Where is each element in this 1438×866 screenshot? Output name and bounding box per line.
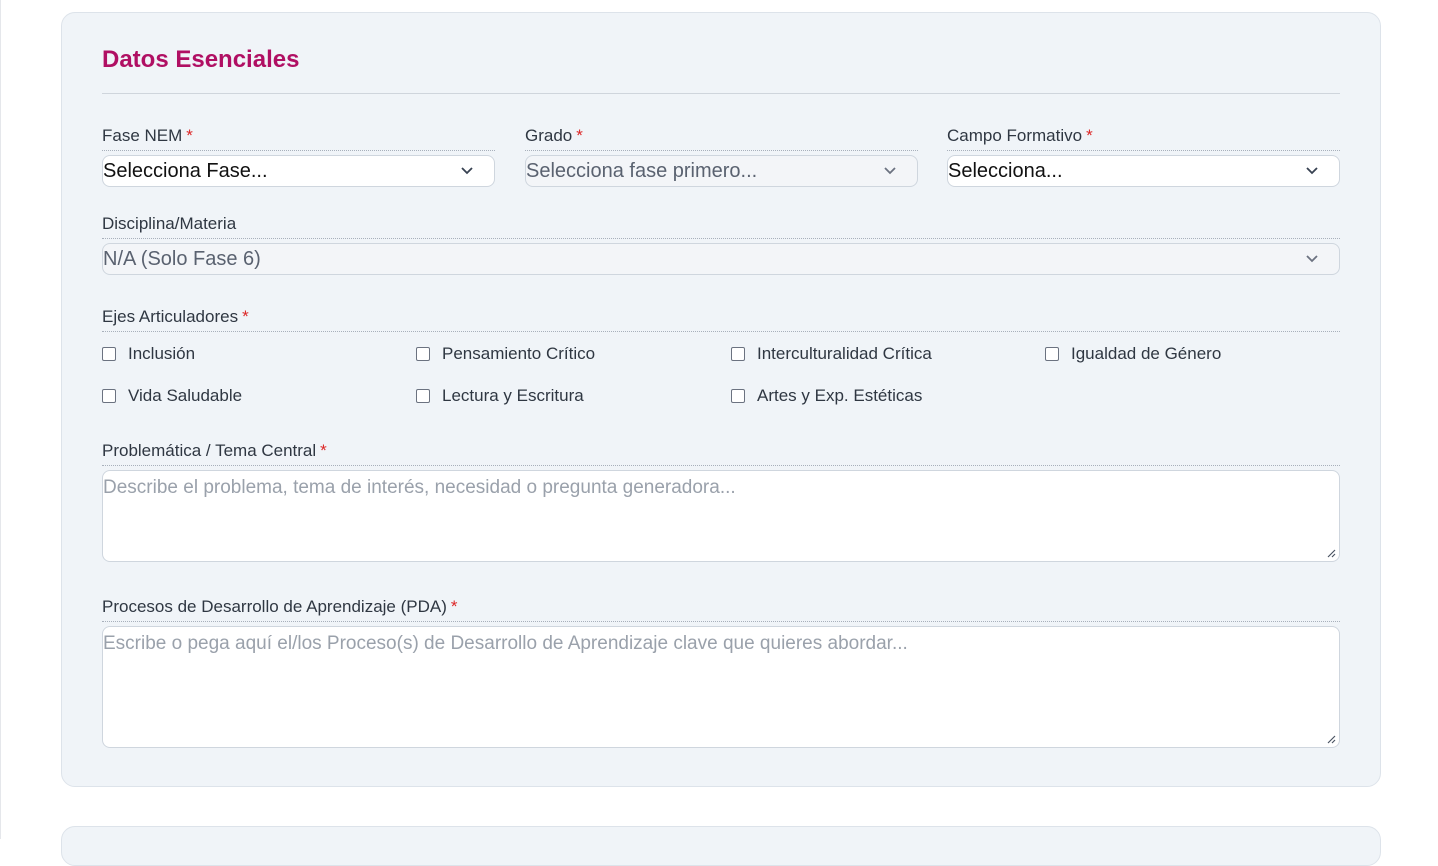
checkbox[interactable] bbox=[731, 389, 745, 403]
required-mark: * bbox=[1086, 126, 1093, 145]
chevron-down-icon bbox=[884, 167, 896, 175]
chevron-down-icon bbox=[461, 167, 473, 175]
eje-checkbox-interculturalidad[interactable]: Interculturalidad Crítica bbox=[731, 342, 932, 366]
required-mark: * bbox=[186, 126, 193, 145]
eje-checkbox-igualdad-genero[interactable]: Igualdad de Género bbox=[1045, 342, 1221, 366]
checkbox[interactable] bbox=[731, 347, 745, 361]
campo-label: Campo Formativo * bbox=[947, 126, 1340, 151]
fase-label-text: Fase NEM bbox=[102, 126, 183, 145]
grado-label-text: Grado bbox=[525, 126, 573, 145]
eje-checkbox-artes[interactable]: Artes y Exp. Estéticas bbox=[731, 384, 922, 408]
datos-esenciales-card: Datos Esenciales Fase NEM * Selecciona Fa… bbox=[61, 12, 1381, 787]
eje-label: Igualdad de Género bbox=[1071, 344, 1222, 363]
grado-select[interactable]: Selecciona fase primero... bbox=[525, 155, 918, 187]
problematica-placeholder: Describe el problema, tema de interés, n… bbox=[103, 477, 736, 498]
eje-label: Artes y Exp. Estéticas bbox=[757, 386, 923, 405]
eje-checkbox-lectura-escritura[interactable]: Lectura y Escritura bbox=[416, 384, 584, 408]
ejes-label: Ejes Articuladores * bbox=[102, 307, 1340, 332]
grado-label: Grado * bbox=[525, 126, 918, 151]
eje-label: Vida Saludable bbox=[128, 386, 243, 405]
campo-label-text: Campo Formativo bbox=[947, 126, 1083, 145]
fase-select-value: Selecciona Fase... bbox=[103, 160, 268, 182]
pda-textarea[interactable]: Escribe o pega aquí el/los Proceso(s) de… bbox=[102, 626, 1340, 748]
problematica-label: Problemática / Tema Central * bbox=[102, 441, 1340, 466]
eje-checkbox-vida-saludable[interactable]: Vida Saludable bbox=[102, 384, 242, 408]
ejes-row-1: Inclusión Pensamiento Crítico Intercultu… bbox=[102, 342, 1342, 366]
problematica-textarea[interactable]: Describe el problema, tema de interés, n… bbox=[102, 470, 1340, 562]
resize-grip-icon[interactable] bbox=[1326, 734, 1336, 744]
required-mark: * bbox=[450, 597, 458, 616]
chevron-down-icon bbox=[1306, 167, 1318, 175]
disciplina-select-value: N/A (Solo Fase 6) bbox=[103, 248, 261, 270]
disciplina-label: Disciplina/Materia bbox=[102, 214, 1340, 239]
disciplina-select[interactable]: N/A (Solo Fase 6) bbox=[102, 243, 1340, 275]
page-left-border bbox=[0, 0, 1, 839]
disciplina-label-text: Disciplina/Materia bbox=[102, 214, 237, 233]
grado-select-value: Selecciona fase primero... bbox=[526, 160, 758, 182]
checkbox[interactable] bbox=[102, 389, 116, 403]
campo-select-value: Selecciona... bbox=[948, 160, 1063, 182]
eje-label: Lectura y Escritura bbox=[442, 386, 584, 405]
resize-grip-icon[interactable] bbox=[1326, 548, 1336, 558]
eje-label: Pensamiento Crítico bbox=[442, 344, 596, 363]
checkbox[interactable] bbox=[1045, 347, 1059, 361]
required-mark: * bbox=[320, 441, 327, 460]
title-divider bbox=[102, 93, 1340, 94]
checkbox[interactable] bbox=[416, 347, 430, 361]
ejes-row-2: Vida Saludable Lectura y Escritura Artes… bbox=[102, 384, 1342, 408]
eje-label: Inclusión bbox=[128, 344, 196, 363]
required-mark: * bbox=[576, 126, 583, 145]
eje-checkbox-inclusion[interactable]: Inclusión bbox=[102, 342, 195, 366]
eje-label: Interculturalidad Crítica bbox=[757, 344, 932, 363]
pda-label-text: Procesos de Desarrollo de Aprendizaje (P… bbox=[102, 597, 447, 616]
chevron-down-icon bbox=[1306, 255, 1318, 263]
required-mark: * bbox=[242, 307, 249, 326]
pda-label: Procesos de Desarrollo de Aprendizaje (P… bbox=[102, 597, 1340, 622]
next-section-card bbox=[61, 826, 1381, 866]
eje-checkbox-pensamiento-critico[interactable]: Pensamiento Crítico bbox=[416, 342, 595, 366]
checkbox[interactable] bbox=[102, 347, 116, 361]
fase-label: Fase NEM * bbox=[102, 126, 495, 151]
fase-select[interactable]: Selecciona Fase... bbox=[102, 155, 495, 187]
problematica-label-text: Problemática / Tema Central bbox=[102, 441, 317, 460]
checkbox[interactable] bbox=[416, 389, 430, 403]
section-title: Datos Esenciales bbox=[102, 46, 300, 73]
campo-select[interactable]: Selecciona... bbox=[947, 155, 1340, 187]
pda-placeholder: Escribe o pega aquí el/los Proceso(s) de… bbox=[103, 633, 908, 654]
ejes-label-text: Ejes Articuladores bbox=[102, 307, 239, 326]
